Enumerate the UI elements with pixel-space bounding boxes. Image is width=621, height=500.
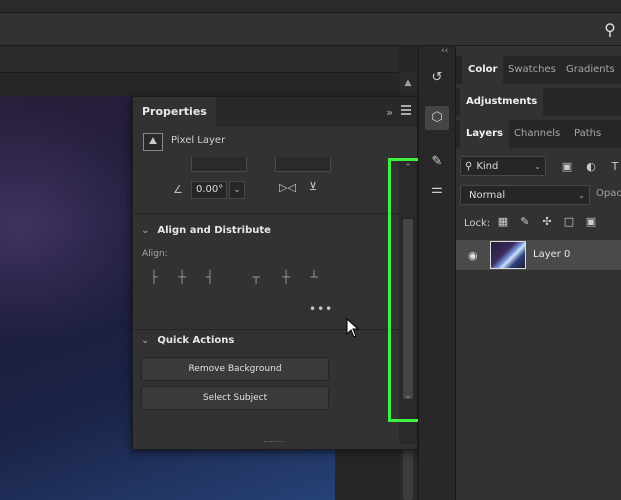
chevron-down-icon: ⌄	[578, 191, 585, 200]
flip-horizontal-icon[interactable]: ▷◁	[279, 181, 296, 194]
lock-all-icon[interactable]: ▣	[584, 215, 598, 229]
select-subject-button[interactable]: Select Subject	[141, 386, 329, 410]
lock-transparency-icon[interactable]: ▦	[496, 215, 510, 229]
pixel-layer-icon: ⛰	[143, 133, 163, 151]
lock-artboard-icon[interactable]: □	[562, 215, 576, 229]
chevron-down-icon[interactable]: ⌄	[229, 181, 245, 199]
layer-row[interactable]: ◉ Layer 0	[456, 240, 621, 270]
chevron-down-icon: ⌄	[141, 225, 150, 236]
right-panel-dock: Color Swatches Gradients Adjustments Lay…	[456, 46, 621, 500]
chevron-down-icon: ⌄	[534, 162, 541, 171]
align-label: Align:	[142, 249, 168, 259]
remove-background-button[interactable]: Remove Background	[141, 357, 329, 381]
mouse-cursor-icon	[346, 318, 360, 338]
image-filter-icon[interactable]: ▣	[560, 160, 574, 174]
tab-channels[interactable]: Channels	[514, 120, 560, 148]
lock-image-pixels-icon[interactable]: ✎	[518, 215, 532, 229]
tab-adjustments[interactable]: Adjustments	[460, 88, 544, 116]
collapse-panels-icon[interactable]: ‹‹	[441, 46, 448, 56]
quick-actions-header[interactable]: ⌄ Quick Actions	[141, 335, 234, 346]
layer-name[interactable]: Layer 0	[533, 249, 570, 260]
layers-tabs-row: Layers Channels Paths	[456, 120, 621, 148]
tab-paths[interactable]: Paths	[574, 120, 601, 148]
lock-position-icon[interactable]: ✣	[540, 215, 554, 229]
kind-label: Kind	[476, 161, 499, 172]
tab-swatches[interactable]: Swatches	[508, 56, 556, 84]
align-vertical-centers-icon[interactable]: ┼	[279, 270, 293, 284]
chevron-down-icon: ⌄	[141, 335, 150, 346]
options-bar	[0, 13, 621, 46]
eye-icon[interactable]: ◉	[468, 249, 478, 262]
history-icon[interactable]: ↺	[427, 68, 447, 88]
opacity-label: Opac	[596, 188, 621, 199]
tab-color[interactable]: Color	[462, 56, 504, 84]
collapse-icon[interactable]: »	[386, 106, 393, 119]
blend-mode-label: Normal	[469, 190, 506, 201]
sliders-icon[interactable]: ⚌	[427, 180, 447, 200]
properties-header: Properties »	[133, 97, 417, 127]
adjustment-filter-icon[interactable]: ◐	[584, 160, 598, 174]
collapsed-panel-strip: ‹‹ ↺ ⬡ ✎ ⚌	[418, 46, 456, 500]
tab-gradients[interactable]: Gradients	[566, 56, 615, 84]
angle-icon: ∠	[173, 183, 183, 196]
brush-icon[interactable]: ✎	[427, 152, 447, 172]
properties-body: ∠ 0.00° ⌄ ▷◁ ⊻ ⌄ Align and Distribute Ali…	[133, 157, 399, 444]
height-field[interactable]	[275, 157, 331, 172]
canvas-scroll-up-icon[interactable]: ▲	[400, 78, 416, 88]
align-top-edges-icon[interactable]: ┬	[249, 270, 263, 284]
properties-panel: Properties » ⛰ Pixel Layer ∠ 0.00° ⌄ ▷◁ …	[132, 96, 418, 450]
kind-filter-select[interactable]: ⚲ Kind ⌄	[460, 156, 546, 176]
quick-actions-title: Quick Actions	[157, 335, 235, 346]
divider	[133, 213, 399, 214]
blend-mode-select[interactable]: Normal ⌄	[460, 185, 590, 205]
align-right-edges-icon[interactable]: ┤	[203, 270, 217, 284]
flip-vertical-icon[interactable]: ⊻	[309, 180, 317, 193]
align-distribute-title: Align and Distribute	[157, 225, 271, 236]
align-distribute-header[interactable]: ⌄ Align and Distribute	[141, 225, 271, 236]
panel-resize-grip[interactable]	[264, 441, 284, 445]
lock-label: Lock:	[464, 218, 491, 229]
angle-row: ∠ 0.00° ⌄ ▷◁ ⊻	[133, 179, 399, 201]
align-horizontal-centers-icon[interactable]: ┼	[175, 270, 189, 284]
tab-layers[interactable]: Layers	[460, 120, 509, 148]
tab-properties[interactable]: Properties	[133, 97, 216, 127]
3d-cube-icon[interactable]: ⬡	[425, 106, 449, 130]
search-icon: ⚲	[465, 161, 473, 172]
align-left-edges-icon[interactable]: ├	[147, 270, 161, 284]
type-filter-icon[interactable]: T	[608, 160, 621, 174]
layer-type-row: ⛰ Pixel Layer	[133, 127, 417, 157]
layer-type-label: Pixel Layer	[171, 135, 226, 146]
document-tab-bar	[0, 46, 398, 73]
more-options-icon[interactable]: •••	[309, 302, 333, 316]
search-icon[interactable]: ⚲	[599, 13, 621, 45]
canvas-scroll-thumb[interactable]	[403, 448, 413, 500]
color-tabs-row: Color Swatches Gradients	[456, 56, 621, 84]
menu-bar	[0, 0, 621, 13]
layer-thumbnail	[490, 241, 526, 269]
panel-menu-icon[interactable]	[401, 105, 411, 115]
width-field[interactable]	[191, 157, 247, 172]
adjustments-tabs-row: Adjustments	[456, 88, 621, 116]
align-bottom-edges-icon[interactable]: ┴	[307, 270, 321, 284]
angle-input[interactable]: 0.00°	[191, 181, 227, 199]
